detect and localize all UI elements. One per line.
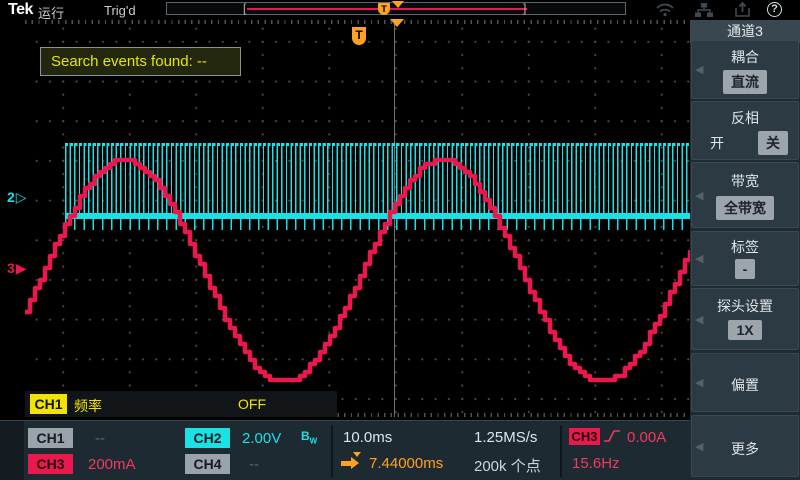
measurement-value: OFF: [238, 396, 266, 412]
ch2-badge[interactable]: CH2: [185, 428, 230, 448]
ch1-badge[interactable]: CH1: [28, 428, 73, 448]
probe-setup-value-button[interactable]: 1X: [692, 320, 798, 340]
ch2-scale-value: 2.00V: [242, 430, 281, 447]
ch2-bandwidth-icon: BW: [301, 429, 317, 445]
measurement-channel-badge: CH1: [30, 394, 67, 414]
trigger-status: Trig'd: [104, 3, 136, 18]
status-divider-1: [331, 425, 333, 477]
record-view-right-bracket: ]: [523, 1, 526, 15]
menu-section-label[interactable]: ◀ 标签 -: [691, 231, 799, 286]
invert-label: 反相: [692, 108, 798, 128]
record-view-bar[interactable]: [ ] T: [166, 2, 626, 15]
bandwidth-value-button[interactable]: 全带宽: [692, 196, 798, 220]
trigger-level-value: 0.00A: [627, 429, 666, 446]
side-menu: 通道3 ◀ 耦合 直流 反相 开 关 ◀ 带宽 全带宽 ◀ 标签 - ◀ 探头设…: [690, 20, 800, 480]
ch1-scale-value: --: [95, 430, 105, 447]
menu-section-bandwidth[interactable]: ◀ 带宽 全带宽: [691, 162, 799, 228]
help-icon[interactable]: ?: [767, 2, 782, 17]
coupling-label: 耦合: [692, 47, 798, 67]
coupling-value-button[interactable]: 直流: [692, 70, 798, 94]
channel-2-marker[interactable]: 2▷: [7, 189, 28, 206]
channel-3-marker[interactable]: 3▶: [7, 260, 28, 277]
sample-rate-value: 1.25MS/s: [474, 429, 537, 446]
trigger-frequency-value: 15.6Hz: [572, 455, 620, 472]
measurement-label: 频率: [74, 396, 102, 416]
probe-setup-label: 探头设置: [692, 296, 798, 316]
ch4-scale-value: --: [249, 456, 259, 473]
trigger-position-marker[interactable]: [390, 19, 404, 27]
menu-section-more[interactable]: ◀ 更多: [691, 415, 799, 477]
top-bar: Tek 运行 Trig'd [ ] T ?: [0, 0, 800, 20]
status-divider-2: [560, 425, 562, 477]
search-events-banner: Search events found: --: [40, 47, 241, 76]
wifi-icon[interactable]: [655, 2, 675, 17]
trigger-slope-icon: [603, 427, 621, 445]
record-view-left-bracket: [: [243, 1, 246, 15]
timebase-value[interactable]: 10.0ms: [343, 429, 392, 446]
label-label: 标签: [692, 237, 798, 257]
export-icon[interactable]: [734, 2, 752, 18]
menu-section-probe-setup[interactable]: ◀ 探头设置 1X: [691, 288, 799, 350]
waveform-display[interactable]: [25, 20, 690, 417]
record-view-position-icon[interactable]: [392, 1, 404, 8]
menu-section-coupling[interactable]: ◀ 耦合 直流: [691, 40, 799, 99]
label-value-button[interactable]: -: [692, 259, 798, 279]
record-length-value: 200k 个点: [474, 455, 541, 476]
status-bar-left-edge: [0, 421, 24, 480]
bandwidth-label: 带宽: [692, 171, 798, 191]
trigger-flag-icon[interactable]: T: [352, 27, 366, 45]
record-view-trigger-icon[interactable]: T: [378, 3, 390, 15]
delay-arrow-icon: [341, 456, 361, 470]
measurement-bar[interactable]: CH1 频率 OFF: [25, 391, 337, 417]
delay-time-value[interactable]: 7.44000ms: [369, 455, 443, 472]
ch3-badge[interactable]: CH3: [28, 454, 73, 474]
menu-section-invert[interactable]: 反相 开 关: [691, 101, 799, 160]
menu-section-offset[interactable]: ◀ 偏置: [691, 353, 799, 412]
ch4-badge[interactable]: CH4: [185, 454, 230, 474]
tek-logo: Tek: [8, 1, 33, 19]
oscilloscope-screen: Tek 运行 Trig'd [ ] T ?: [0, 0, 800, 480]
offset-label: 偏置: [692, 375, 798, 395]
network-icon[interactable]: [694, 2, 714, 18]
trigger-source-badge[interactable]: CH3: [569, 428, 600, 445]
ch3-waveform: [25, 20, 690, 417]
more-label: 更多: [692, 439, 798, 459]
invert-off-button[interactable]: 关: [720, 131, 800, 155]
ch3-scale-value: 200mA: [88, 456, 136, 473]
